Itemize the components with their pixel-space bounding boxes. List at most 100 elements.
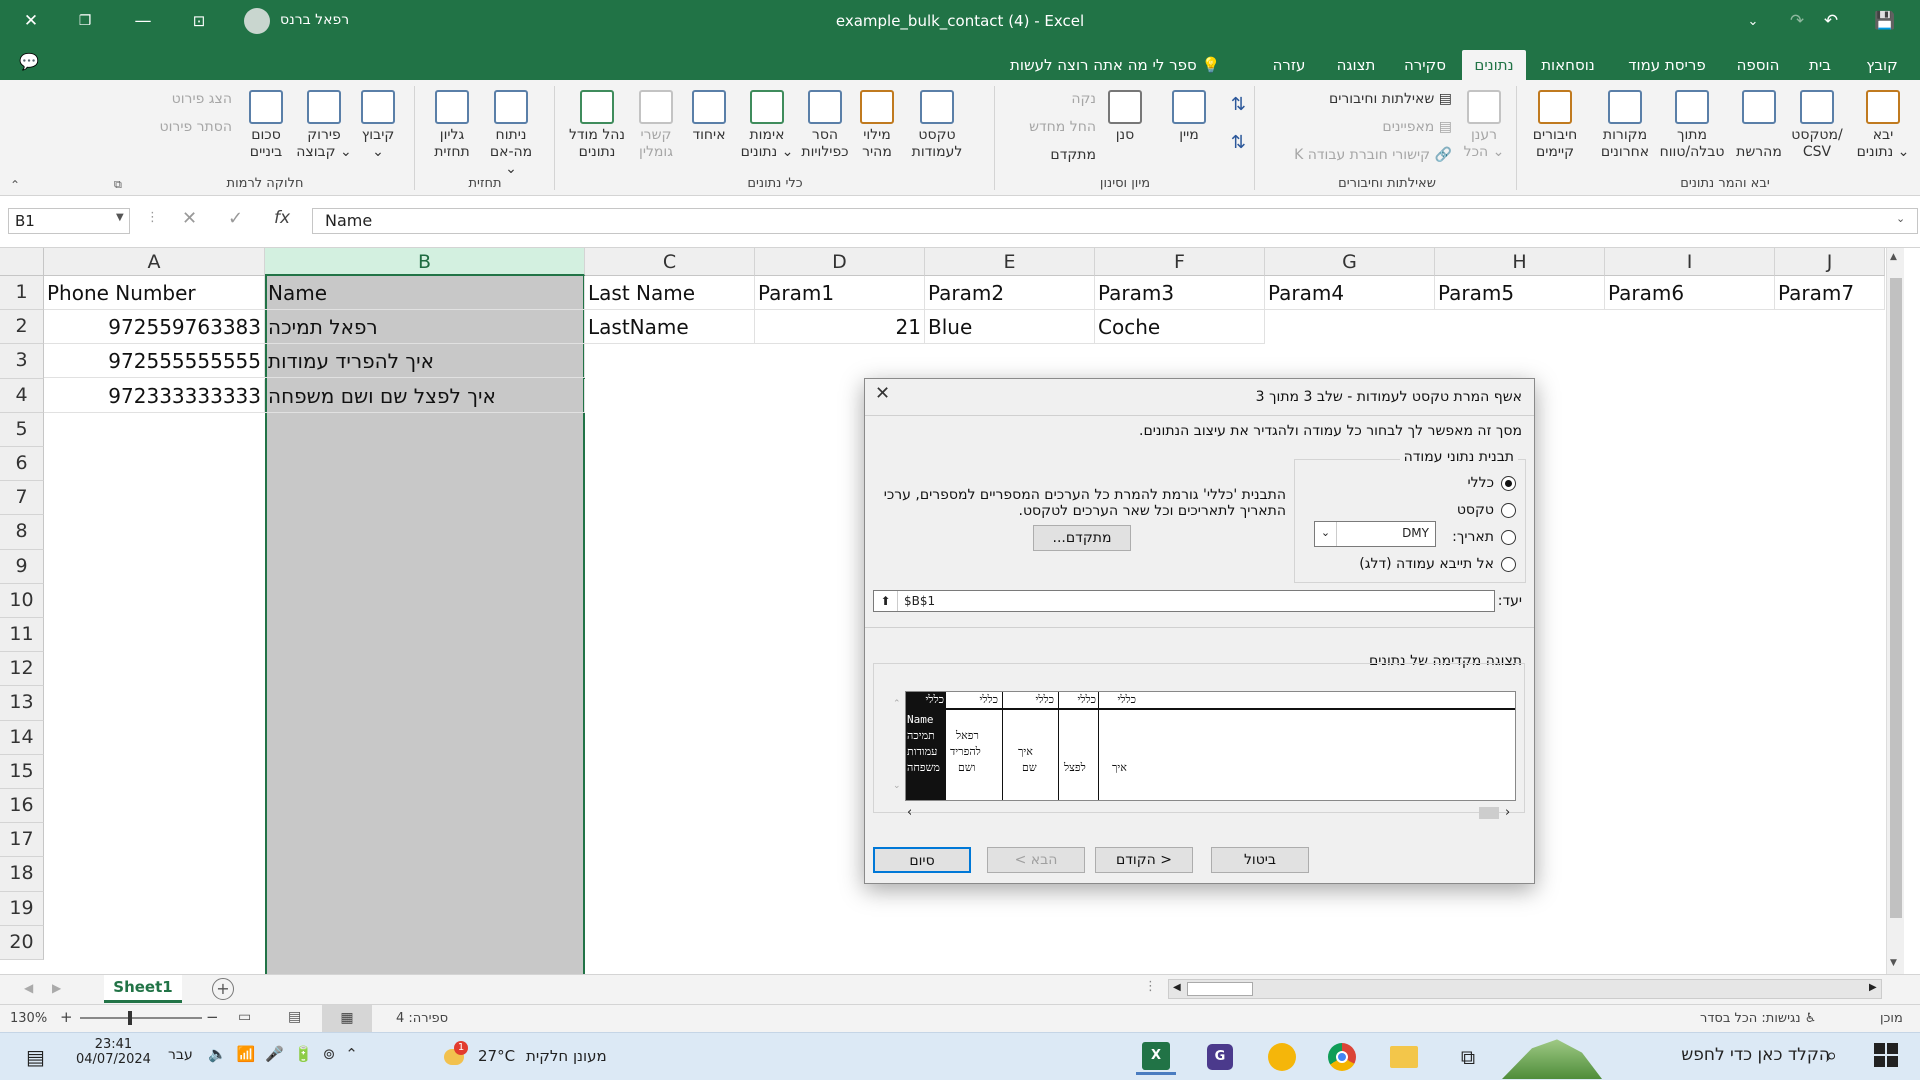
destination-input[interactable]: ⬆ $B$1: [873, 590, 1495, 612]
what-if-button[interactable]: ניתוח מה-אם ⌄: [484, 90, 538, 178]
page-break-view-icon[interactable]: ▤: [288, 1009, 301, 1025]
scroll-right-icon[interactable]: ▶: [1869, 982, 1877, 993]
cell-b2[interactable]: רפאל תמיכה: [265, 310, 585, 345]
accessibility-status[interactable]: ♿ נגישות: הכל בסדר: [1700, 1011, 1816, 1026]
cell-f2[interactable]: Coche: [1095, 310, 1265, 345]
column-header-e[interactable]: E: [925, 248, 1095, 276]
row-header-10[interactable]: 10: [0, 583, 44, 618]
cell-b1[interactable]: Name: [265, 276, 585, 310]
name-box-dropdown-icon[interactable]: ▼: [116, 212, 124, 223]
clock[interactable]: 23:41 04/07/2024: [76, 1037, 151, 1067]
row-header-14[interactable]: 14: [0, 720, 44, 755]
avatar[interactable]: [244, 8, 270, 34]
zoom-in-icon[interactable]: +: [60, 1008, 73, 1026]
existing-connections-button[interactable]: חיבורים קיימים: [1522, 90, 1588, 161]
properties-button[interactable]: ▤ מאפיינים: [1300, 116, 1452, 138]
scroll-up-icon[interactable]: ▲: [1890, 252, 1897, 262]
cell-i1[interactable]: Param6: [1605, 276, 1775, 310]
windows-start-icon[interactable]: [1874, 1043, 1898, 1067]
task-view-icon[interactable]: ⧉: [1448, 1039, 1488, 1075]
cancel-icon[interactable]: ✕: [182, 208, 197, 229]
tell-me-box[interactable]: 💡 ספר לי מה אתה רוצה לעשות: [1010, 50, 1220, 80]
input-language[interactable]: עבר: [168, 1047, 193, 1063]
tab-data[interactable]: נתונים: [1462, 50, 1526, 80]
advanced-filter-button[interactable]: מתקדם: [1000, 144, 1096, 166]
row-header-7[interactable]: 7: [0, 481, 44, 516]
row-header-15[interactable]: 15: [0, 754, 44, 789]
cell-a4[interactable]: 972333333333: [44, 378, 265, 413]
row-header-18[interactable]: 18: [0, 857, 44, 892]
row-header-3[interactable]: 3: [0, 344, 44, 379]
sheet-tab-sheet1[interactable]: Sheet1: [104, 975, 182, 1003]
ribbon-display-icon[interactable]: ⊡: [176, 0, 222, 42]
date-radio[interactable]: [1501, 530, 1516, 545]
workbook-links-button[interactable]: 🔗 קישורי חוברת עבודה K: [1262, 144, 1452, 166]
preview-scroll-left-icon[interactable]: ‹: [907, 805, 912, 820]
row-header-6[interactable]: 6: [0, 447, 44, 482]
enter-icon[interactable]: ✓: [228, 208, 243, 229]
skip-radio[interactable]: [1501, 557, 1516, 572]
sort-za-icon[interactable]: ⇅: [1216, 132, 1246, 154]
column-header-i[interactable]: I: [1605, 248, 1775, 276]
column-header-c[interactable]: C: [585, 248, 755, 276]
tab-help[interactable]: עזרה: [1264, 50, 1314, 80]
row-header-1[interactable]: 1: [0, 276, 44, 311]
cell-j1[interactable]: Param7: [1775, 276, 1885, 310]
text-label[interactable]: טקסט: [1457, 502, 1494, 518]
excel-taskbar-icon[interactable]: X: [1136, 1039, 1176, 1075]
customize-toolbar-icon[interactable]: ⌄: [1730, 0, 1776, 42]
preview-scroll-up-icon[interactable]: ⌃: [893, 699, 901, 709]
minimize-icon[interactable]: —: [120, 0, 166, 42]
reapply-button[interactable]: החל מחדש: [1000, 116, 1096, 138]
cell-a2[interactable]: 972559763383: [44, 310, 265, 345]
collapse-ribbon-icon[interactable]: ⌃: [10, 178, 20, 192]
horizontal-scrollbar[interactable]: ◀ ▶: [1168, 979, 1882, 999]
undo-icon[interactable]: ↶: [1808, 0, 1854, 42]
sort-az-icon[interactable]: ⇅: [1216, 94, 1246, 116]
back-button[interactable]: < הקודם: [1095, 847, 1193, 873]
preview-hscrollbar[interactable]: ‹ ›: [905, 805, 1516, 821]
from-text-csv-button[interactable]: מטקסט/CSV: [1786, 90, 1848, 161]
app-taskbar-icon[interactable]: G: [1200, 1039, 1240, 1075]
column-header-a[interactable]: A: [44, 248, 265, 276]
data-validation-button[interactable]: אימות נתונים ⌄: [736, 90, 798, 161]
cell-a1[interactable]: Phone Number: [44, 276, 265, 310]
row-header-5[interactable]: 5: [0, 412, 44, 447]
insert-function-icon[interactable]: fx: [274, 208, 290, 228]
consolidate-button[interactable]: איחוד: [686, 90, 732, 144]
general-label[interactable]: כללי: [1468, 475, 1494, 491]
tab-formulas[interactable]: נוסחאות: [1532, 50, 1604, 80]
tab-page-layout[interactable]: פריסת עמוד: [1614, 50, 1720, 80]
cell-g1[interactable]: Param4: [1265, 276, 1435, 310]
zoom-slider-thumb[interactable]: [128, 1011, 132, 1025]
normal-view-icon[interactable]: ▦: [322, 1005, 372, 1032]
tab-insert[interactable]: הוספה: [1724, 50, 1792, 80]
forecast-sheet-button[interactable]: גליון תחזית: [426, 90, 478, 161]
expand-formula-icon[interactable]: ⌄: [1896, 212, 1905, 225]
skip-label[interactable]: אל תייבא עמודה (דלג): [1359, 556, 1494, 572]
add-sheet-icon[interactable]: +: [212, 978, 234, 1000]
column-header-b[interactable]: B: [265, 248, 585, 276]
cancel-button[interactable]: ביטול: [1211, 847, 1309, 873]
row-header-20[interactable]: 20: [0, 925, 44, 960]
zoom-level[interactable]: 130%: [10, 1011, 47, 1026]
date-label[interactable]: תאריך:: [1452, 529, 1494, 545]
relationships-button[interactable]: קשרי גומלין: [630, 90, 682, 161]
date-format-select[interactable]: ⌄ DMY: [1314, 521, 1436, 547]
prev-sheet-icon[interactable]: ◀: [24, 981, 33, 995]
close-icon[interactable]: ✕: [8, 0, 54, 42]
row-header-19[interactable]: 19: [0, 891, 44, 926]
flash-fill-button[interactable]: מילוי מהיר: [852, 90, 902, 161]
cell-c2[interactable]: LastName: [585, 310, 755, 345]
clear-filter-button[interactable]: נקה: [1000, 88, 1096, 110]
cell-c1[interactable]: Last Name: [585, 276, 755, 310]
filter-button[interactable]: סנן: [1102, 90, 1148, 144]
hide-detail-button[interactable]: הסתר פירוט: [120, 116, 232, 138]
manage-data-model-button[interactable]: נהל מודל נתונים: [562, 90, 632, 161]
select-all-button[interactable]: [0, 248, 44, 276]
chrome-taskbar-icon[interactable]: [1322, 1039, 1362, 1075]
cell-e2[interactable]: Blue: [925, 310, 1095, 345]
comments-icon[interactable]: 💬: [6, 42, 52, 80]
tray-icons[interactable]: 🔈📶🎤🔋⊚⌃: [208, 1045, 368, 1063]
column-header-f[interactable]: F: [1095, 248, 1265, 276]
